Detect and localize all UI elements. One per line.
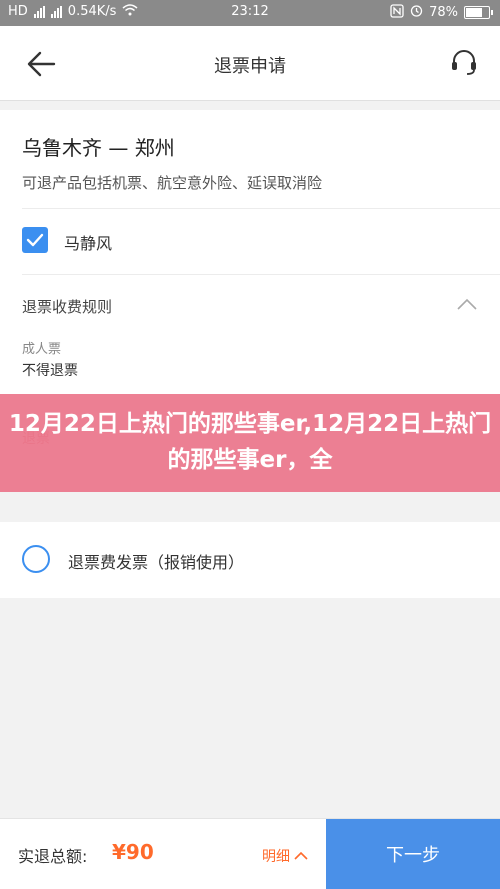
alarm-icon <box>410 4 423 21</box>
chevron-up-icon[interactable] <box>456 296 478 310</box>
invoice-radio[interactable] <box>22 545 50 573</box>
refund-rules-title[interactable]: 退票收费规则 <box>22 296 112 317</box>
nfc-icon <box>390 4 404 21</box>
battery-icon <box>464 6 493 19</box>
overlay-banner: 12月22日上热门的那些事er,12月22日上热门的那些事er，全 <box>0 394 500 492</box>
detail-label: 明细 <box>262 849 290 865</box>
page-title: 退票申请 <box>214 56 286 77</box>
headset-icon <box>452 50 476 75</box>
passenger-checkbox[interactable] <box>22 227 48 253</box>
refund-details-card: 乌鲁木齐 — 郑州 可退产品包括机票、航空意外险、延误取消险 马静风 退票收费规… <box>0 110 500 400</box>
checkmark-icon <box>26 233 44 247</box>
next-step-button[interactable]: 下一步 <box>326 819 500 889</box>
battery-percent: 78% <box>429 5 458 20</box>
divider <box>22 274 500 275</box>
passenger-name: 马静风 <box>64 234 113 253</box>
chevron-up-small-icon <box>294 851 308 860</box>
total-refund-label: 实退总额: <box>18 847 88 866</box>
divider <box>22 208 500 209</box>
customer-service-button[interactable] <box>448 46 480 78</box>
rule-value: 不得退票 <box>22 363 78 379</box>
bottom-bar: 实退总额: ¥90 明细 下一步 <box>0 818 500 889</box>
invoice-option-card[interactable]: 退票费发票（报销使用） <box>0 522 500 598</box>
total-refund-amount: ¥90 <box>112 840 154 864</box>
rule-category: 成人票 <box>22 342 62 357</box>
detail-toggle[interactable]: 明细 <box>262 846 308 866</box>
invoice-label: 退票费发票（报销使用） <box>68 553 245 572</box>
route-text: 乌鲁木齐 — 郑州 <box>22 136 175 160</box>
status-bar: HD 0.54K/s 23:12 78% <box>0 0 500 26</box>
app-header: 退票申请 <box>0 26 500 101</box>
refundable-products-note: 可退产品包括机票、航空意外险、延误取消险 <box>22 174 323 192</box>
banner-text: 12月22日上热门的那些事er,12月22日上热门的那些事er，全 <box>8 411 492 473</box>
